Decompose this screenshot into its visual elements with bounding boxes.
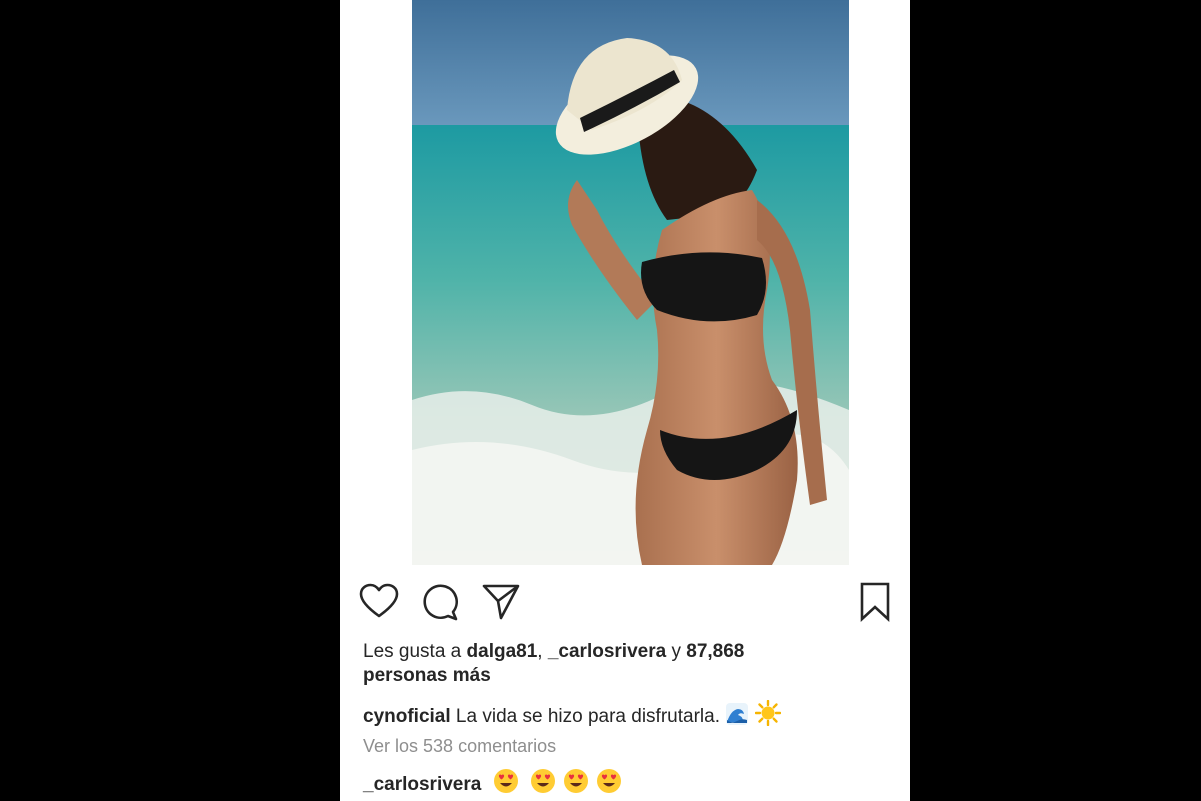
comment-row: _carlosrivera (363, 768, 883, 798)
likes-summary: Les gusta a dalga81, _carlosrivera y 87,… (363, 640, 833, 688)
sun-emoji (754, 700, 781, 726)
beach-photo (412, 0, 849, 565)
heart-eyes-emoji (563, 768, 589, 794)
paper-plane-icon[interactable] (481, 582, 521, 622)
caption-username[interactable]: cynoficial (363, 706, 451, 727)
comment-bubble-icon[interactable] (420, 582, 460, 622)
heart-eyes-emoji (596, 768, 622, 794)
heart-eyes-emoji (530, 768, 556, 794)
post-caption: cynoficial La vida se hizo para disfruta… (363, 700, 883, 729)
wave-emoji (725, 702, 749, 726)
instagram-post: Les gusta a dalga81, _carlosrivera y 87,… (340, 0, 910, 801)
likes-suffix[interactable]: personas más (363, 665, 491, 686)
likes-count[interactable]: 87,868 (686, 641, 744, 662)
heart-eyes-emoji (493, 768, 519, 794)
likes-prefix: Les gusta a (363, 641, 467, 662)
view-all-comments-link[interactable]: Ver los 538 comentarios (363, 734, 556, 758)
liker-username[interactable]: dalga81 (467, 641, 538, 662)
post-photo[interactable] (412, 0, 849, 565)
liker-username[interactable]: _carlosrivera (548, 641, 666, 662)
comment-username[interactable]: _carlosrivera (363, 774, 481, 795)
caption-text: La vida se hizo para disfrutarla. (450, 706, 726, 727)
likes-connector: y (666, 641, 687, 662)
bookmark-icon[interactable] (855, 582, 895, 622)
likes-separator: , (537, 641, 548, 662)
post-actions (340, 582, 910, 622)
heart-icon[interactable] (359, 582, 399, 622)
